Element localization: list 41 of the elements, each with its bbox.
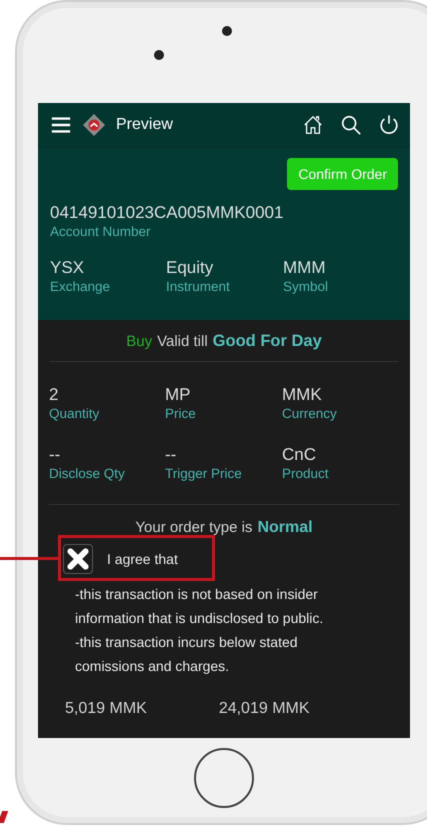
field-label: Instrument [166, 278, 231, 296]
field-label: Symbol [283, 278, 330, 296]
field-value: MMM [283, 257, 326, 278]
field-value: -- [165, 444, 178, 465]
field-value: YSX [50, 257, 86, 278]
amount-value: 5,019 MMK [65, 700, 147, 718]
screen-title: Preview [116, 116, 173, 134]
power-icon[interactable] [378, 114, 400, 136]
field-label: Exchange [50, 278, 112, 296]
field-value: MMK [282, 384, 323, 405]
field-label: Quantity [49, 405, 100, 423]
order-type-text: Your order type is [135, 519, 252, 536]
field-label: Product [282, 465, 330, 483]
diamond-logo-icon [82, 113, 106, 137]
home-icon[interactable] [302, 114, 324, 136]
agree-checkbox[interactable] [63, 544, 93, 574]
amount-value: 24,019 MMK [218, 700, 310, 718]
field-value: -- [49, 444, 62, 465]
field-label: Disclose Qty [49, 465, 126, 483]
order-side: Buy [126, 333, 152, 350]
field-value: 2 [49, 384, 60, 405]
confirm-order-button[interactable]: Confirm Order [287, 158, 398, 190]
agree-label: I agree that [107, 551, 178, 567]
field-label: Currency [282, 405, 338, 423]
search-icon[interactable] [340, 114, 362, 136]
field-value: 04149101023CA005MMK0001 [50, 202, 284, 223]
field-value: CnC [282, 444, 318, 465]
terms-text: -this transaction incurs below stated comissions and charges. [75, 633, 299, 676]
validity-text: Valid till [157, 333, 208, 350]
field-label: Account Number [50, 223, 152, 241]
camera-dot [222, 26, 232, 36]
field-value: Equity [166, 257, 214, 278]
sensor-dot [154, 50, 164, 60]
field-label: Trigger Price [165, 465, 243, 483]
annotation-mark [0, 811, 8, 823]
terms-text: -this transaction is not based on insider information that is undisclosed to public. [75, 585, 324, 628]
field-label: Price [165, 405, 197, 423]
order-type-value: Normal [257, 519, 313, 536]
validity-value: Good For Day [212, 332, 322, 350]
leader-line [0, 557, 58, 560]
field-value: MP [165, 384, 192, 405]
